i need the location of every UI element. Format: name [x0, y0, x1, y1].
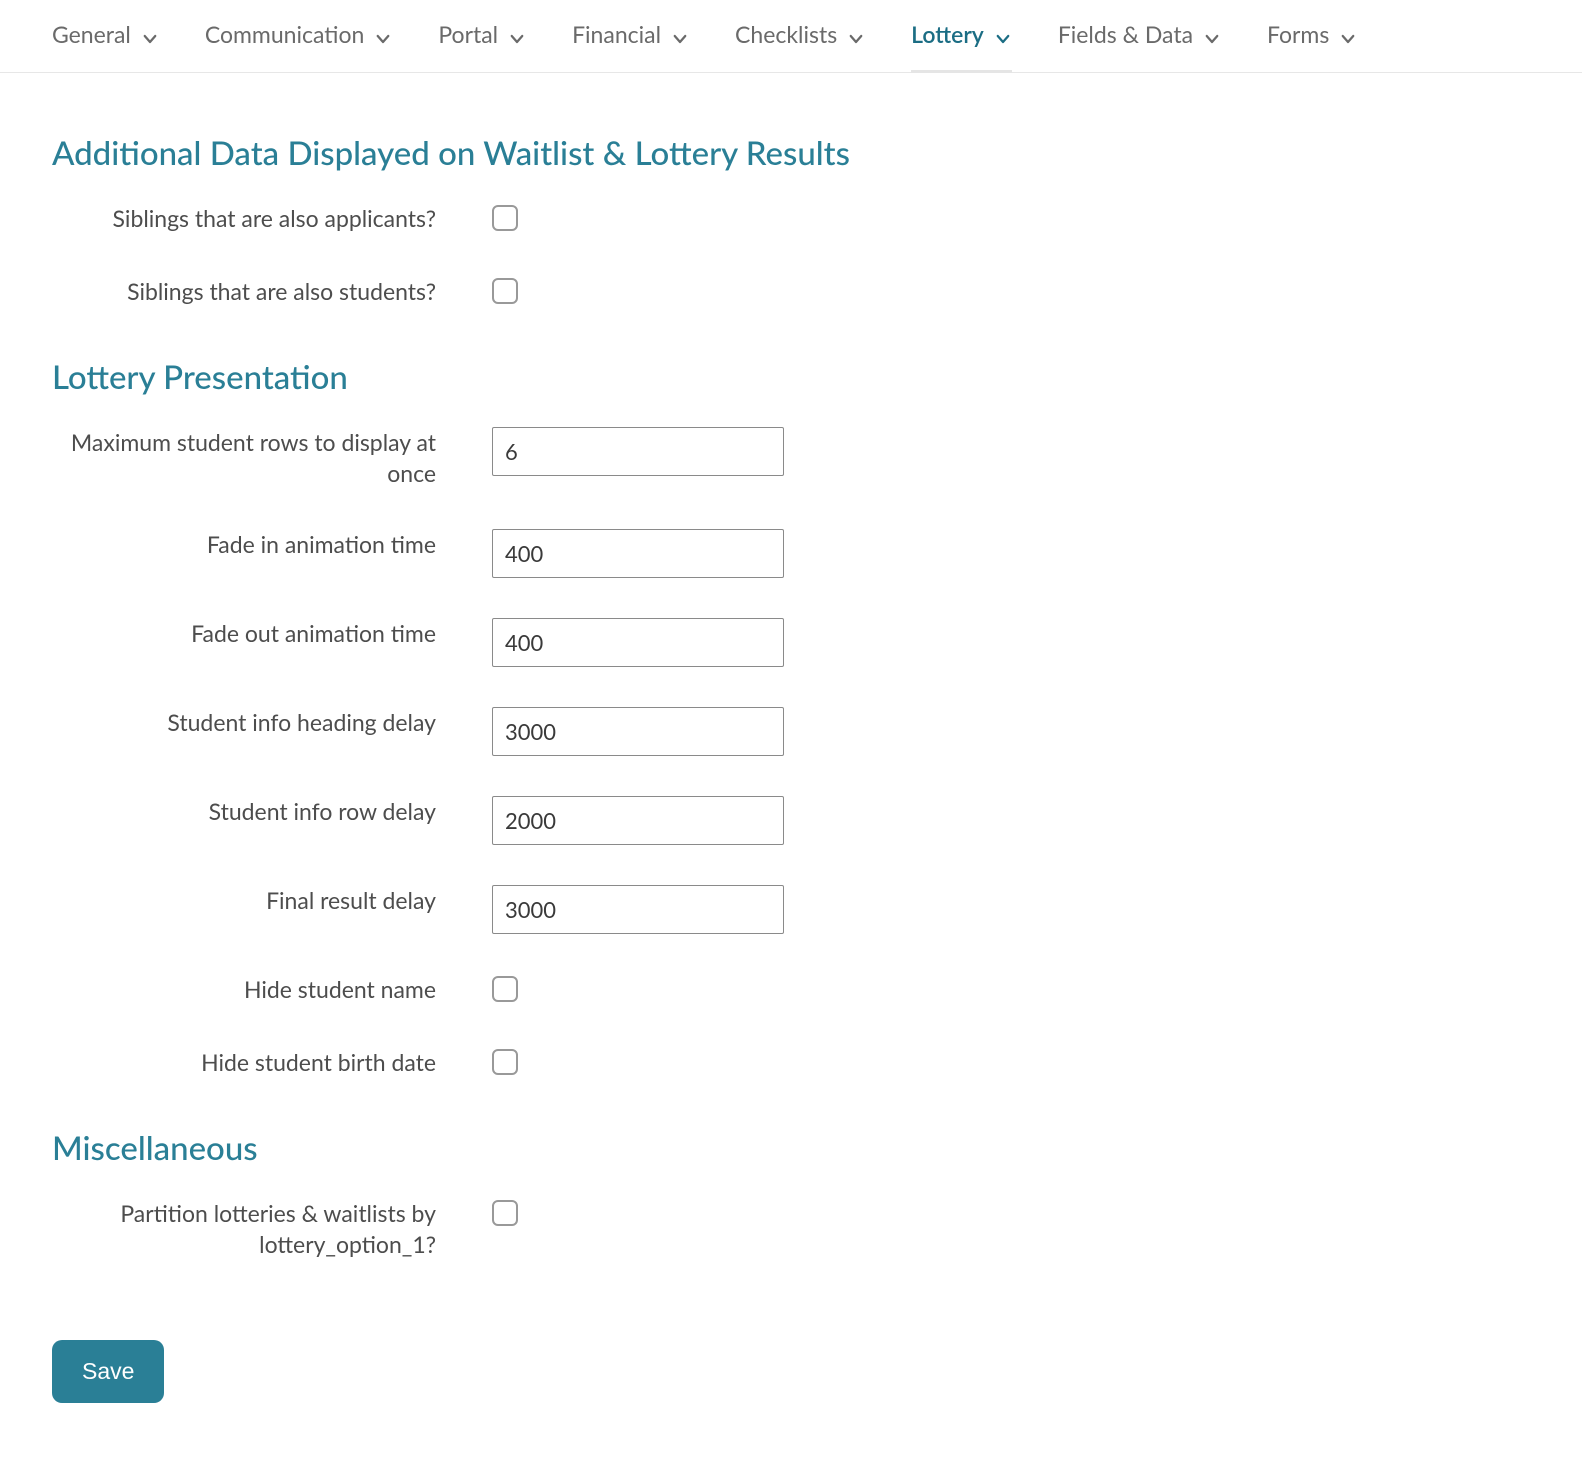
field-hide-name: Hide student name	[52, 974, 1530, 1007]
tab-label: Communication	[205, 20, 365, 48]
chevron-down-icon	[508, 25, 526, 43]
tab-forms[interactable]: Forms	[1267, 20, 1357, 48]
tab-checklists[interactable]: Checklists	[735, 20, 865, 48]
chevron-down-icon	[1203, 25, 1221, 43]
save-button[interactable]: Save	[52, 1340, 164, 1403]
field-label: Siblings that are also students?	[52, 276, 492, 307]
field-row-delay: Student info row delay	[52, 796, 1530, 845]
max-rows-input[interactable]	[492, 427, 784, 476]
field-max-rows: Maximum student rows to display at once	[52, 427, 1530, 489]
heading-delay-input[interactable]	[492, 707, 784, 756]
hide-name-checkbox[interactable]	[492, 976, 518, 1002]
tab-label: General	[52, 20, 131, 48]
section-title-misc: Miscellaneous	[52, 1128, 1530, 1168]
row-delay-input[interactable]	[492, 796, 784, 845]
partition-checkbox[interactable]	[492, 1200, 518, 1226]
tab-label: Forms	[1267, 20, 1329, 48]
field-label: Hide student name	[52, 974, 492, 1005]
field-fade-in: Fade in animation time	[52, 529, 1530, 578]
siblings-students-checkbox[interactable]	[492, 278, 518, 304]
tab-bar: General Communication Portal Financial C…	[0, 0, 1582, 73]
tab-general[interactable]: General	[52, 20, 159, 48]
field-heading-delay: Student info heading delay	[52, 707, 1530, 756]
tab-label: Financial	[572, 20, 661, 48]
field-siblings-students: Siblings that are also students?	[52, 276, 1530, 309]
content-area: Additional Data Displayed on Waitlist & …	[0, 73, 1582, 1463]
chevron-down-icon	[141, 25, 159, 43]
field-label: Fade in animation time	[52, 529, 492, 560]
field-label: Final result delay	[52, 885, 492, 916]
chevron-down-icon	[374, 25, 392, 43]
field-fade-out: Fade out animation time	[52, 618, 1530, 667]
chevron-down-icon	[847, 25, 865, 43]
tab-communication[interactable]: Communication	[205, 20, 393, 48]
hide-birth-checkbox[interactable]	[492, 1049, 518, 1075]
tab-label: Checklists	[735, 20, 837, 48]
tab-label: Lottery	[911, 20, 984, 48]
fade-out-input[interactable]	[492, 618, 784, 667]
chevron-down-icon	[1339, 25, 1357, 43]
field-label: Partition lotteries & waitlists by lotte…	[52, 1198, 492, 1260]
tab-label: Fields & Data	[1058, 20, 1193, 48]
field-final-delay: Final result delay	[52, 885, 1530, 934]
field-label: Fade out animation time	[52, 618, 492, 649]
field-label: Hide student birth date	[52, 1047, 492, 1078]
tab-fields-data[interactable]: Fields & Data	[1058, 20, 1221, 48]
tab-lottery[interactable]: Lottery	[911, 20, 1012, 48]
field-label: Siblings that are also applicants?	[52, 203, 492, 234]
field-label: Student info heading delay	[52, 707, 492, 738]
fade-in-input[interactable]	[492, 529, 784, 578]
tab-financial[interactable]: Financial	[572, 20, 689, 48]
siblings-applicants-checkbox[interactable]	[492, 205, 518, 231]
field-partition: Partition lotteries & waitlists by lotte…	[52, 1198, 1530, 1260]
section-title-presentation: Lottery Presentation	[52, 357, 1530, 397]
tab-label: Portal	[438, 20, 498, 48]
field-label: Student info row delay	[52, 796, 492, 827]
chevron-down-icon	[671, 25, 689, 43]
field-hide-birth: Hide student birth date	[52, 1047, 1530, 1080]
tab-portal[interactable]: Portal	[438, 20, 526, 48]
field-siblings-applicants: Siblings that are also applicants?	[52, 203, 1530, 236]
chevron-down-icon	[994, 25, 1012, 43]
final-delay-input[interactable]	[492, 885, 784, 934]
field-label: Maximum student rows to display at once	[52, 427, 492, 489]
section-title-additional: Additional Data Displayed on Waitlist & …	[52, 133, 1530, 173]
